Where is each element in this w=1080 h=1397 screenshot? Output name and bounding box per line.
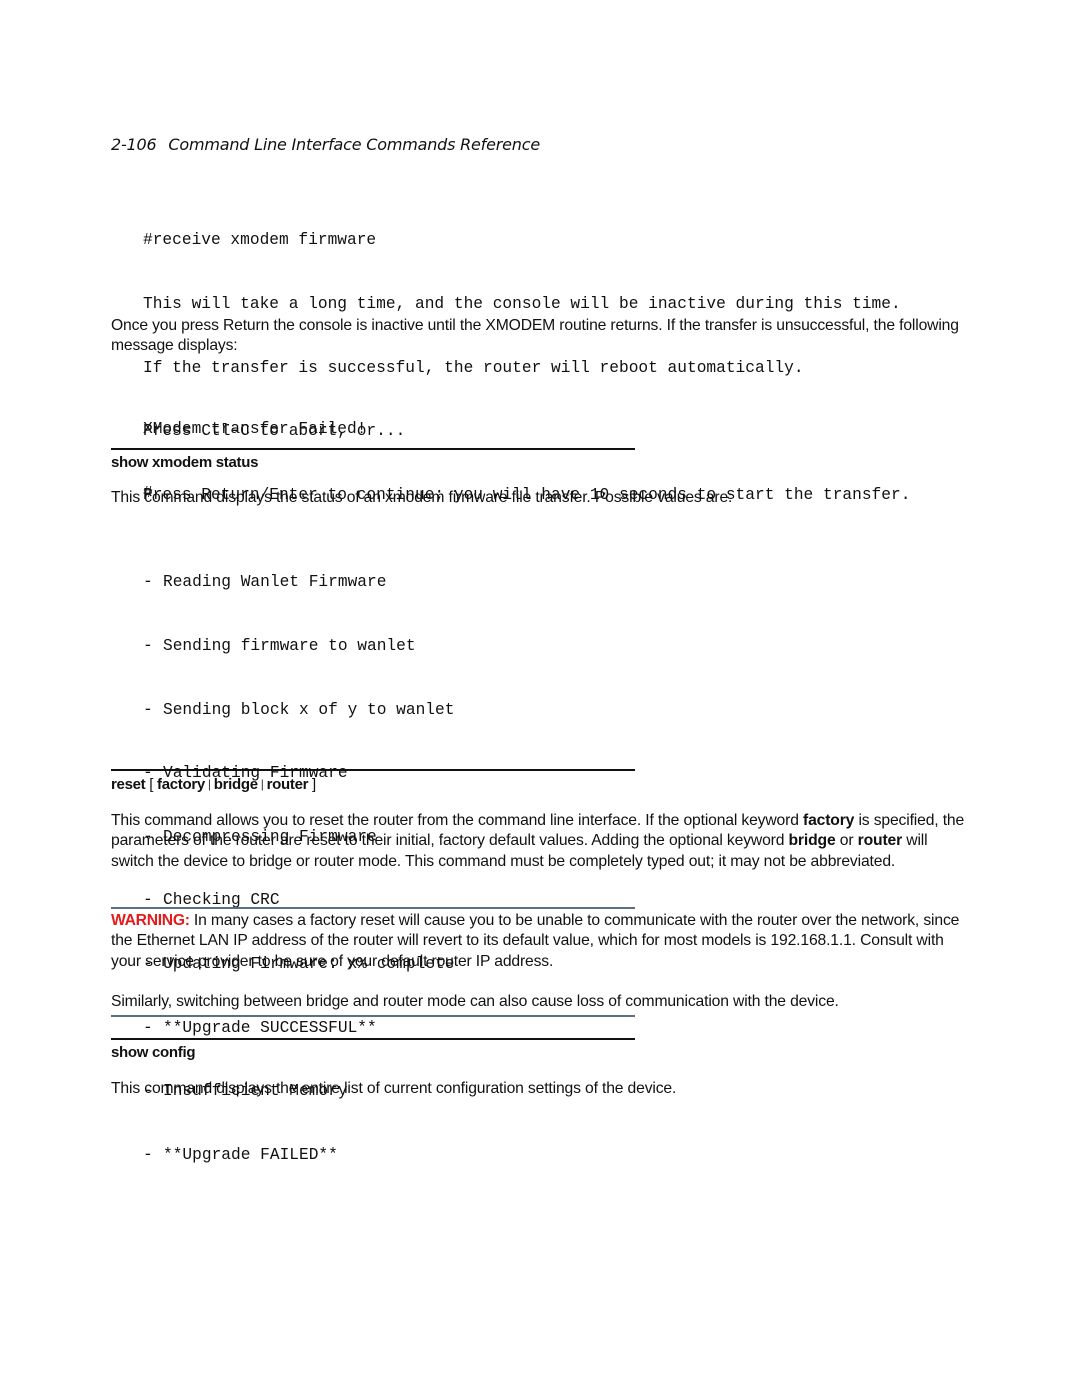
- keyword-router: router: [857, 832, 903, 850]
- option-separator: |: [207, 777, 211, 791]
- dash-bullet: -: [143, 1145, 153, 1164]
- reset-command: reset: [111, 776, 146, 793]
- show-config-heading: show config: [111, 1044, 196, 1061]
- status-value: Reading Wanlet Firmware: [163, 573, 387, 592]
- dash-bullet: -: [143, 637, 153, 656]
- text-run: or: [835, 832, 858, 850]
- warning-bottom-rule: [111, 1015, 635, 1017]
- option-bridge: bridge: [213, 776, 258, 793]
- option-router: router: [266, 776, 309, 793]
- warning-label: WARNING:: [111, 912, 190, 929]
- console-line: #receive xmodem firmware: [143, 231, 377, 250]
- console-line: This will take a long time, and the cons…: [143, 295, 901, 314]
- text-run: This command allows you to reset the rou…: [111, 812, 803, 829]
- page-number: 2-106: [111, 135, 157, 154]
- section-rule: [111, 1038, 635, 1040]
- dash-bullet: -: [143, 700, 153, 719]
- status-value-item: - Sending firmware to wanlet: [143, 636, 454, 657]
- close-bracket: ]: [312, 776, 316, 793]
- xmodem-followup-paragraph: Once you press Return the console is ina…: [111, 317, 959, 355]
- console-line: XModem transfer Failed!: [143, 420, 367, 439]
- open-bracket: [: [149, 776, 154, 793]
- status-value: Sending block x of y to wanlet: [163, 700, 455, 719]
- reset-heading: reset [ factory | bridge | router ]: [111, 776, 316, 793]
- reset-description: This command allows you to reset the rou…: [111, 811, 966, 872]
- show-config-description: This command displays the entire list of…: [111, 1080, 677, 1097]
- option-separator: |: [260, 777, 264, 791]
- warning-top-rule: [111, 907, 635, 909]
- running-head-title: Command Line Interface Commands Referenc…: [168, 135, 540, 154]
- status-value-item: - **Upgrade SUCCESSFUL**: [143, 1018, 454, 1039]
- dash-bullet: -: [143, 1018, 153, 1037]
- warning-block: WARNING: In many cases a factory reset w…: [111, 911, 969, 972]
- section-rule: [111, 448, 635, 450]
- keyword-factory: factory: [803, 812, 855, 829]
- dash-bullet: -: [143, 573, 153, 592]
- status-value-item: - Sending block x of y to wanlet: [143, 700, 454, 721]
- running-head: 2-106 Command Line Interface Commands Re…: [111, 135, 540, 154]
- status-value-item: - Reading Wanlet Firmware: [143, 572, 454, 593]
- status-value: Sending firmware to wanlet: [163, 637, 416, 656]
- status-value: **Upgrade FAILED**: [163, 1145, 338, 1164]
- warning-text: In many cases a factory reset will cause…: [111, 912, 960, 970]
- warning-note: Similarly, switching between bridge and …: [111, 993, 839, 1010]
- show-xmodem-status-heading: show xmodem status: [111, 454, 259, 471]
- keyword-bridge: bridge: [788, 832, 836, 850]
- status-value-item: - **Upgrade FAILED**: [143, 1145, 454, 1166]
- option-factory: factory: [157, 776, 205, 793]
- status-value: **Upgrade SUCCESSFUL**: [163, 1018, 377, 1037]
- section-rule: [111, 769, 635, 771]
- console-line: If the transfer is successful, the route…: [143, 358, 804, 377]
- show-xmodem-status-description: This command displays the status of an x…: [111, 489, 733, 506]
